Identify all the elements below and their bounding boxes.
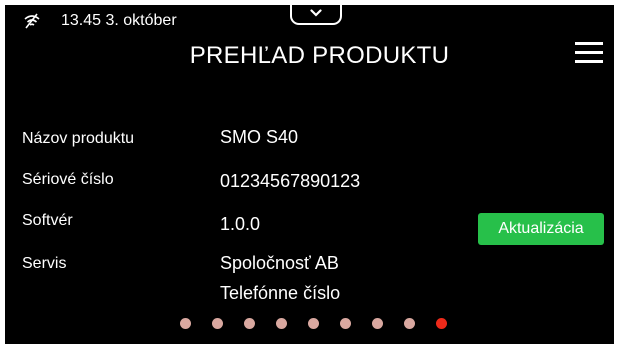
page-dot[interactable]	[244, 318, 255, 329]
status-time-date: 13.45 3. október	[61, 12, 177, 29]
service-phone-value: Telefónne číslo	[220, 283, 341, 303]
page-dot[interactable]	[372, 318, 383, 329]
no-connection-icon	[24, 13, 40, 29]
service-company-value: Spoločnosť AB	[220, 253, 339, 273]
page-dot[interactable]	[308, 318, 319, 329]
hamburger-menu-icon[interactable]	[575, 40, 603, 64]
status-bar: 13.45 3. október	[23, 12, 177, 30]
page-dot[interactable]	[340, 318, 351, 329]
chevron-down-icon	[310, 9, 322, 17]
page-dot[interactable]	[276, 318, 287, 329]
update-button[interactable]: Aktualizácia	[478, 213, 604, 245]
pull-down-handle[interactable]	[290, 5, 342, 25]
product-name-value: SMO S40	[220, 127, 299, 147]
page-dot[interactable]	[212, 318, 223, 329]
page-indicator	[180, 318, 468, 329]
page-title: PREHĽAD PRODUKTU	[189, 42, 450, 69]
product-overview-screen: 13.45 3. október PREHĽAD PRODUKTU Názov …	[5, 5, 614, 344]
service-label: Servis	[22, 255, 67, 272]
serial-number-label: Sériové číslo	[22, 171, 114, 188]
serial-number-value: 01234567890123	[220, 171, 361, 191]
software-label: Softvér	[22, 212, 73, 229]
product-name-label: Názov produktu	[22, 130, 135, 147]
page-dot-active[interactable]	[436, 318, 447, 329]
software-version-value: 1.0.0	[220, 214, 261, 234]
page-dot[interactable]	[404, 318, 415, 329]
page-dot[interactable]	[180, 318, 191, 329]
